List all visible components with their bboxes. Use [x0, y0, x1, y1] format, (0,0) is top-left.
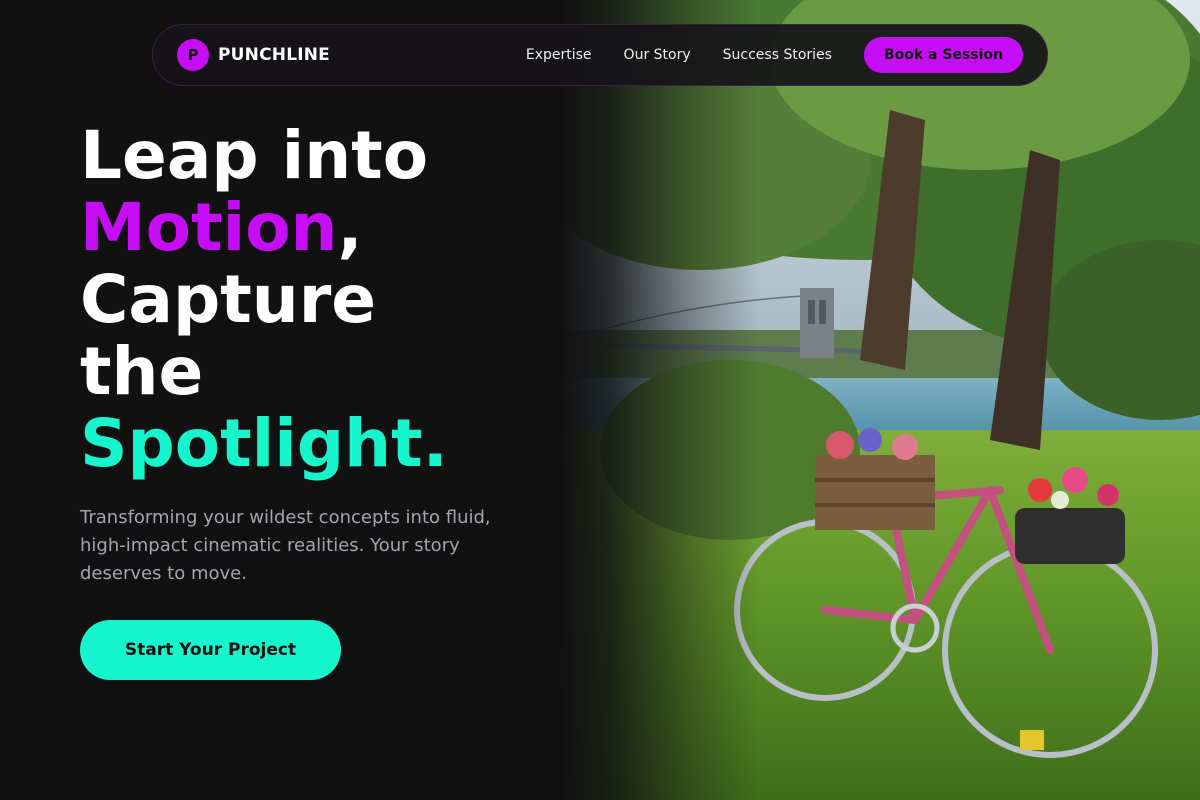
- headline-accent-spotlight: Spotlight.: [80, 405, 448, 482]
- headline-line-1: Leap into: [80, 117, 429, 194]
- hero-subtext: Transforming your wildest concepts into …: [80, 507, 491, 584]
- headline-line-3: Capture: [80, 261, 377, 338]
- brand-logo[interactable]: P PUNCHLINE: [177, 39, 330, 71]
- brand-name: PUNCHLINE: [218, 45, 330, 65]
- nav-link-our-story[interactable]: Our Story: [624, 47, 691, 63]
- nav-link-success-stories[interactable]: Success Stories: [723, 47, 832, 63]
- start-project-button[interactable]: Start Your Project: [80, 620, 341, 680]
- nav-link-expertise[interactable]: Expertise: [526, 47, 592, 63]
- nav-links: Expertise Our Story Success Stories Book…: [526, 37, 1023, 73]
- logo-mark: P: [177, 39, 209, 71]
- hero-headline: Leap into Motion, Capture the Spotlight.: [80, 120, 560, 480]
- hero-photo: [560, 0, 1200, 800]
- headline-line-2: Motion,: [80, 192, 560, 264]
- book-session-button[interactable]: Book a Session: [863, 37, 1023, 73]
- top-nav: P PUNCHLINE Expertise Our Story Success …: [152, 24, 1048, 86]
- headline-accent-motion: Motion: [80, 189, 338, 266]
- headline-comma: ,: [337, 189, 363, 266]
- headline-line-4: the: [80, 333, 204, 410]
